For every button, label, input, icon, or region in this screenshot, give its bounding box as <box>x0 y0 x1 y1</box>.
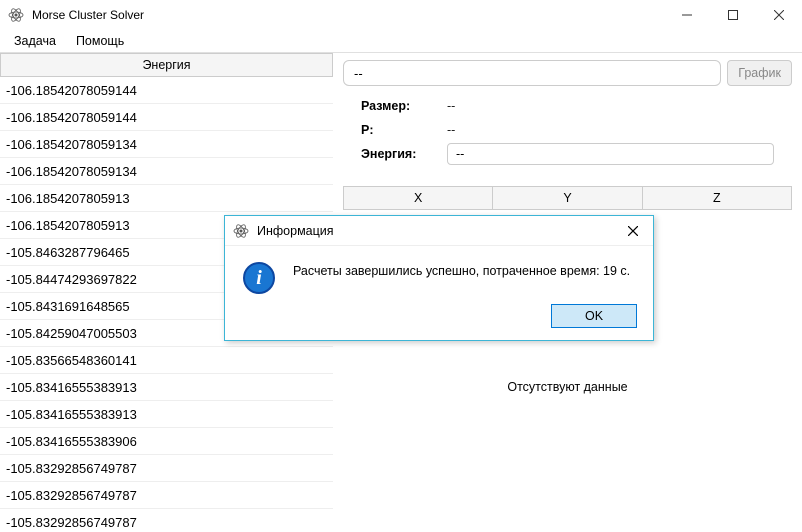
ok-button[interactable]: OK <box>551 304 637 328</box>
energy-header: Энергия <box>0 53 333 77</box>
menu-task[interactable]: Задача <box>14 34 56 48</box>
window-title: Morse Cluster Solver <box>32 8 664 22</box>
titlebar: Morse Cluster Solver <box>0 0 802 30</box>
close-button[interactable] <box>756 0 802 30</box>
cluster-input[interactable] <box>343 60 721 86</box>
app-icon <box>8 7 24 23</box>
dialog-title-text: Информация <box>257 224 621 238</box>
size-value: -- <box>447 99 455 113</box>
energy-item[interactable]: -106.18542078059134 <box>0 131 333 158</box>
energy-label: Энергия: <box>361 147 447 161</box>
energy-item[interactable]: -106.18542078059144 <box>0 77 333 104</box>
energy-item[interactable]: -105.83416555383913 <box>0 374 333 401</box>
col-z: Z <box>643 187 791 209</box>
maximize-button[interactable] <box>710 0 756 30</box>
p-value: -- <box>447 123 455 137</box>
graph-button[interactable]: График <box>727 60 792 86</box>
energy-item[interactable]: -106.18542078059134 <box>0 158 333 185</box>
coord-header: X Y Z <box>343 186 792 210</box>
dialog-titlebar[interactable]: Информация <box>225 216 653 246</box>
menubar: Задача Помощь <box>0 30 802 52</box>
energy-item[interactable]: -105.83416555383913 <box>0 401 333 428</box>
energy-value: -- <box>447 143 774 165</box>
energy-item[interactable]: -105.83566548360141 <box>0 347 333 374</box>
dialog-message: Расчеты завершились успешно, потраченное… <box>293 262 635 278</box>
energy-item[interactable]: -105.83416555383906 <box>0 428 333 455</box>
dialog-close-button[interactable] <box>621 219 645 243</box>
energy-item[interactable]: -106.1854207805913 <box>0 185 333 212</box>
window-controls <box>664 0 802 30</box>
col-y: Y <box>493 187 642 209</box>
app-icon <box>233 223 249 239</box>
minimize-button[interactable] <box>664 0 710 30</box>
energy-item[interactable]: -105.83292856749787 <box>0 509 333 532</box>
energy-item[interactable]: -105.83292856749787 <box>0 482 333 509</box>
energy-item[interactable]: -105.83292856749787 <box>0 455 333 482</box>
menu-help[interactable]: Помощь <box>76 34 124 48</box>
no-data-message: Отсутствуют данные <box>343 380 792 394</box>
col-x: X <box>344 187 493 209</box>
info-icon: i <box>243 262 275 294</box>
size-label: Размер: <box>361 99 447 113</box>
p-label: P: <box>361 123 447 137</box>
energy-item[interactable]: -106.18542078059144 <box>0 104 333 131</box>
info-dialog: Информация i Расчеты завершились успешно… <box>224 215 654 341</box>
